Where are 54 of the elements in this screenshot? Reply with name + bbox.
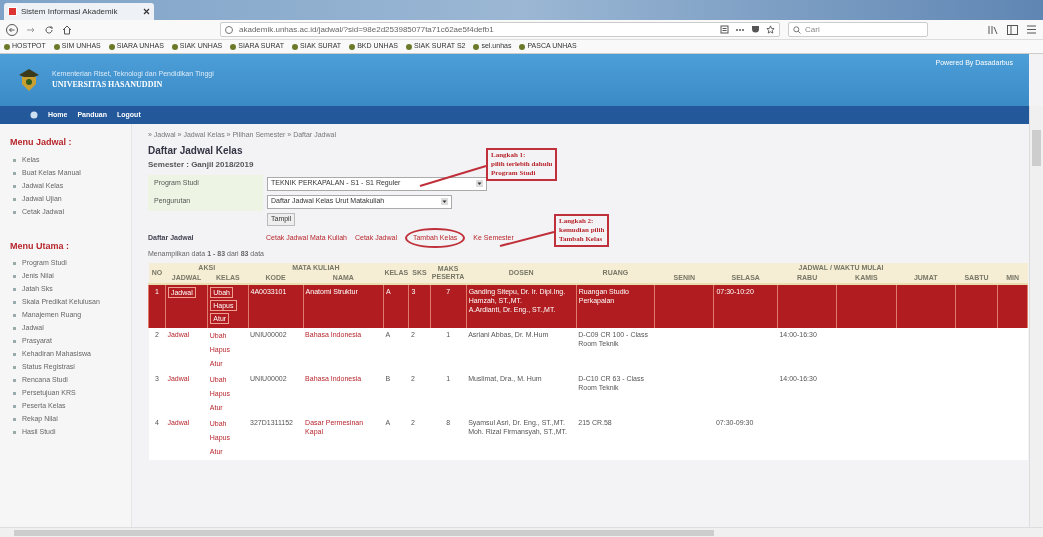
bullet-icon xyxy=(13,431,16,434)
tab-title: Sistem Informasi Akademik xyxy=(21,5,119,18)
bookmark-icon xyxy=(230,43,237,50)
scrollbar-thumb[interactable] xyxy=(1032,130,1041,166)
reader-icon[interactable] xyxy=(720,25,729,34)
bullet-icon xyxy=(13,171,16,175)
reload-icon[interactable] xyxy=(44,24,54,35)
bullet-icon xyxy=(13,366,16,369)
dropdown-icon xyxy=(476,180,483,187)
bullet-icon xyxy=(13,262,16,265)
dropdown-icon xyxy=(441,198,448,205)
bullet-icon xyxy=(13,379,16,382)
bookmark-icon xyxy=(108,43,115,50)
bookmark-icon xyxy=(519,43,526,50)
bullet-icon xyxy=(13,197,16,201)
bookmark-icon xyxy=(349,43,356,50)
menu-heading: Menu Jadwal : xyxy=(10,136,73,149)
sidebar-icon[interactable] xyxy=(1007,24,1018,35)
bullet-icon xyxy=(13,158,16,162)
page-title: Daftar Jadwal Kelas xyxy=(148,143,243,158)
leader-line xyxy=(419,165,487,187)
bullet-icon xyxy=(13,288,16,291)
bullet-icon xyxy=(13,301,16,304)
back-icon[interactable] xyxy=(6,23,18,36)
scrollbar-thumb[interactable] xyxy=(14,529,714,536)
header-title: UNIVERSITAS HASANUDDIN xyxy=(52,79,164,92)
bookmark-icon xyxy=(171,43,178,50)
bullet-icon xyxy=(13,184,16,188)
bullet-icon xyxy=(13,210,16,214)
bookmark-icon xyxy=(405,43,412,50)
bookmark-icon xyxy=(4,43,10,50)
menu-heading: Menu Utama : xyxy=(10,239,70,253)
browser-tab[interactable]: Sistem Informasi Akademik xyxy=(4,3,154,20)
bullet-icon xyxy=(13,418,16,421)
bookmark-icon xyxy=(53,43,60,50)
search-icon xyxy=(793,25,801,34)
bookmark-icon xyxy=(292,43,298,50)
bullet-icon xyxy=(13,392,16,395)
bookmark-icon xyxy=(473,43,480,50)
bullet-icon xyxy=(13,353,16,356)
more-icon[interactable] xyxy=(735,27,745,32)
url-field[interactable]: akademik.unhas.ac.id/jadwal/?sid=98e2d253985077ta71c62ae5f4defb1 xyxy=(220,22,780,37)
bullet-icon xyxy=(13,314,16,317)
semester-label: Semester : Ganjil 2018/2019 xyxy=(148,158,254,171)
bullet-icon xyxy=(13,405,16,408)
bullet-icon xyxy=(13,327,16,330)
menu-icon[interactable] xyxy=(1026,25,1037,34)
bullet-icon xyxy=(13,340,16,343)
close-icon[interactable] xyxy=(143,8,150,15)
star-icon[interactable] xyxy=(766,25,775,34)
search-field[interactable]: Cari xyxy=(788,22,928,37)
library-icon[interactable] xyxy=(988,24,999,35)
favicon-icon xyxy=(8,7,17,16)
bullet-icon xyxy=(13,275,16,278)
